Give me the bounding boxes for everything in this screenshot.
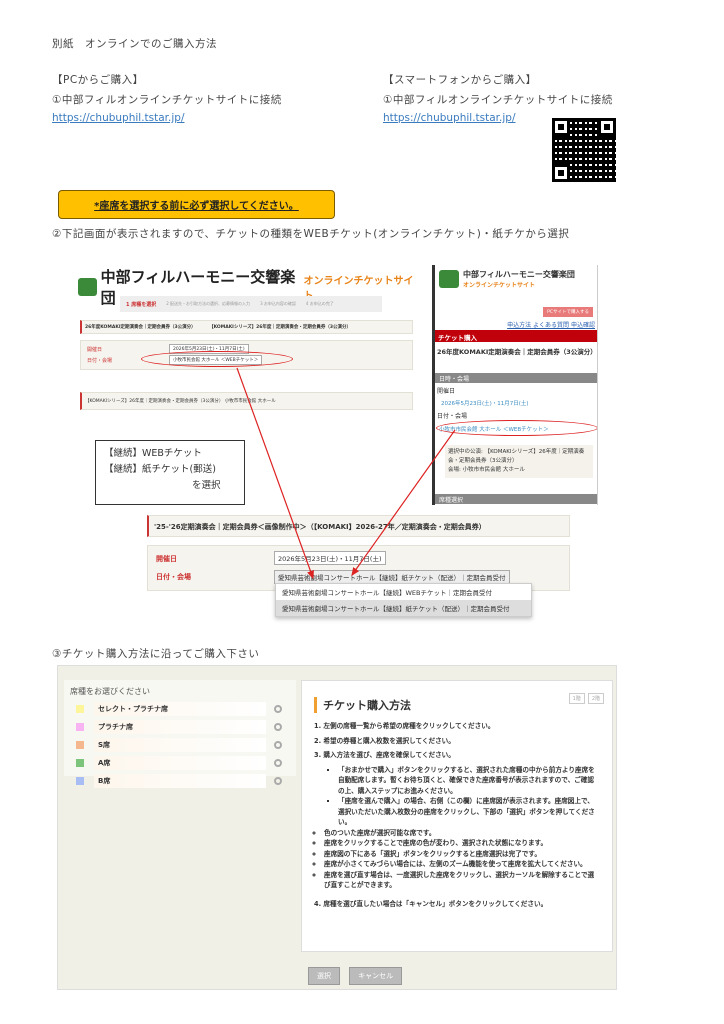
seat-type-row[interactable]: プラチナ席 (70, 719, 290, 735)
seat-type-row[interactable]: セレクト・プラチナ席 (70, 701, 290, 717)
inst-sub2: 座席をクリックすることで座席の色が変わり、選択された状態になります。 (324, 838, 600, 849)
seat-type-row[interactable]: A席 (70, 755, 290, 771)
seat-type-name: セレクト・プラチナ席 (94, 702, 266, 716)
inst-sub3: 座席図の下にある「選択」ボタンをクリックすると座席選択は完了です。 (324, 849, 600, 860)
seat-color-swatch (76, 777, 84, 785)
inst-step3: 3. 購入方法を選び、座席を確保してください。 (314, 751, 455, 759)
floor-tab-2[interactable]: 2階 (587, 693, 604, 704)
instructions-panel: 1階 2階 チケット購入方法 1. 左側の席種一覧から希望の席種をクリックしてく… (301, 680, 613, 952)
cancel-button[interactable]: キャンセル (349, 967, 403, 985)
seat-radio-icon[interactable] (274, 741, 282, 749)
seat-radio-icon[interactable] (274, 759, 282, 767)
inst-step4: 4. 席種を選び直したい場合は「キャンセル」ボタンをクリックしてください。 (314, 899, 548, 908)
seat-radio-icon[interactable] (274, 723, 282, 731)
inst-sub1: 色のついた座席が選択可能な席です。 (324, 828, 600, 839)
seat-color-swatch (76, 759, 84, 767)
instructions-title: チケット購入方法 (314, 697, 600, 713)
instructions-body: 1. 左側の席種一覧から希望の席種をクリックしてください。 2. 希望の券種と購… (314, 721, 600, 909)
seat-type-name: S席 (94, 738, 266, 752)
inst-step1: 1. 左側の席種一覧から希望の席種をクリックしてください。 (314, 722, 495, 730)
arrow-mobile (351, 429, 456, 576)
step3-text: ③チケット購入方法に沿ってご購入下さい (52, 648, 260, 660)
seat-radio-icon[interactable] (274, 777, 282, 785)
seat-color-swatch (76, 705, 84, 713)
inst-sub4: 座席が小さくてみづらい場合には、左側のズーム機能を使って座席を拡大してください。 (324, 859, 600, 870)
seat-panel: 席種をお選びください セレクト・プラチナ席 プラチナ席 S席 A席 B席 (64, 680, 296, 788)
seat-color-swatch (76, 741, 84, 749)
seat-selection-screenshot: 席種をお選びください セレクト・プラチナ席 プラチナ席 S席 A席 B席 1階 2階 チ… (57, 665, 617, 990)
inst-step2: 2. 希望の券種と購入枚数を選択してください。 (314, 736, 455, 745)
select-button[interactable]: 選択 (308, 967, 340, 985)
seat-radio-icon[interactable] (274, 705, 282, 713)
seat-panel-title: 席種をお選びください (70, 687, 150, 696)
inst-bullet1: 「おまかせで購入」ボタンをクリックすると、選択された席種の中から前方より座席を自… (338, 765, 600, 797)
floor-tabs: 1階 2階 (568, 693, 604, 704)
seat-type-name: プラチナ席 (94, 720, 266, 734)
inst-bullet2: 「座席を選んで購入」の場合、右側（この欄）に座席図が表示されます。座席図上で、選… (338, 796, 600, 828)
arrow-pc (236, 367, 314, 580)
floor-tab-1[interactable]: 1階 (568, 693, 585, 704)
inst-sub5: 座席を選び直す場合は、一度選択した座席をクリックし、選択カーソルを解除することで… (324, 870, 600, 891)
seat-type-name: A席 (94, 756, 266, 770)
seat-type-name: B席 (94, 774, 266, 788)
action-buttons: 選択 キャンセル (308, 963, 406, 985)
seat-type-row[interactable]: S席 (70, 737, 290, 753)
seat-type-row[interactable]: B席 (70, 773, 290, 789)
seat-color-swatch (76, 723, 84, 731)
